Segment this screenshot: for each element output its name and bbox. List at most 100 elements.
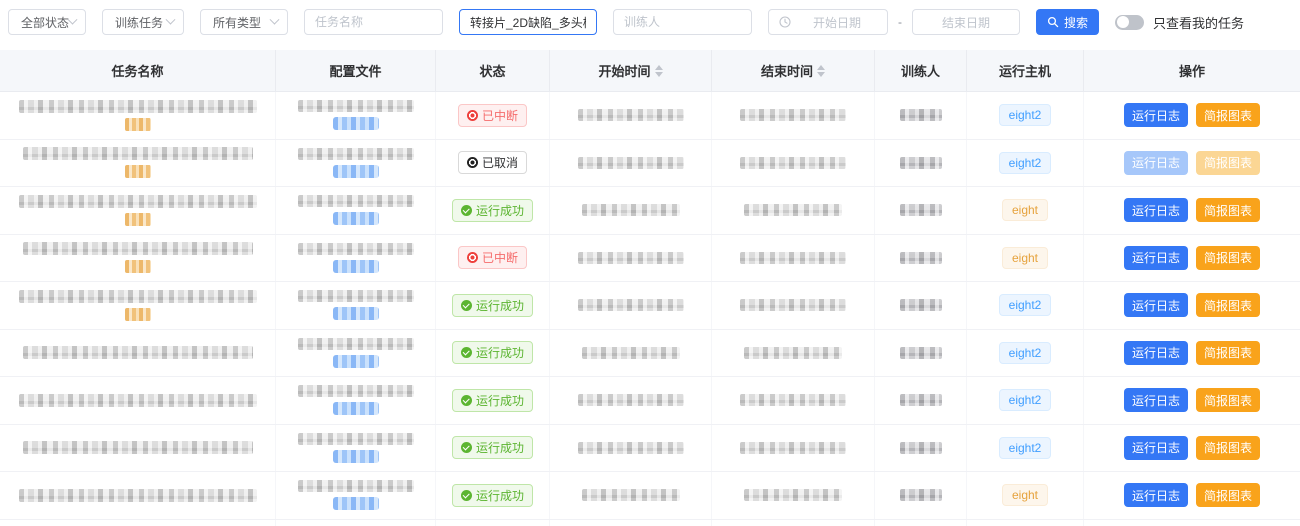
status-icon bbox=[467, 252, 478, 263]
task-name-input[interactable] bbox=[304, 9, 443, 35]
report-chart-button[interactable]: 简报图表 bbox=[1196, 151, 1260, 175]
task-tag-redacted bbox=[125, 118, 151, 131]
only-mine-label: 只查看我的任务 bbox=[1153, 13, 1244, 32]
actions-cell: 运行日志 简报图表 bbox=[1084, 472, 1300, 519]
end-time-redacted bbox=[740, 109, 846, 121]
config-link-redacted[interactable] bbox=[333, 212, 379, 225]
host-cell: eight bbox=[967, 472, 1084, 519]
status-cell: 已中断 bbox=[436, 92, 550, 139]
run-log-button[interactable]: 运行日志 bbox=[1124, 198, 1188, 222]
report-chart-button[interactable]: 简报图表 bbox=[1196, 198, 1260, 222]
host-tag: eight2 bbox=[999, 152, 1052, 174]
end-time-cell bbox=[712, 92, 875, 139]
status-icon bbox=[461, 300, 472, 311]
config-file-redacted bbox=[298, 195, 414, 207]
actions-cell: 运行日志 简报图表 bbox=[1084, 92, 1300, 139]
config-link-redacted[interactable] bbox=[333, 355, 379, 368]
status-select[interactable]: 全部状态 bbox=[8, 9, 86, 35]
end-time-redacted bbox=[740, 157, 846, 169]
config-file-cell bbox=[276, 140, 436, 187]
trainer-redacted bbox=[900, 157, 942, 169]
report-chart-button[interactable]: 简报图表 bbox=[1196, 293, 1260, 317]
end-time-redacted bbox=[744, 489, 842, 501]
trainer-redacted bbox=[900, 347, 942, 359]
config-link-redacted[interactable] bbox=[333, 165, 379, 178]
config-file-cell bbox=[276, 472, 436, 519]
trainer-redacted bbox=[900, 442, 942, 454]
start-time-redacted bbox=[578, 299, 684, 311]
search-button[interactable]: 搜索 bbox=[1036, 9, 1099, 35]
report-chart-button[interactable]: 简报图表 bbox=[1196, 388, 1260, 412]
host-tag: eight bbox=[1002, 484, 1048, 506]
config-file-cell bbox=[276, 377, 436, 424]
sort-carets-icon[interactable] bbox=[655, 65, 663, 77]
category-select[interactable]: 所有类型 bbox=[200, 9, 288, 35]
end-date-input[interactable]: 结束日期 bbox=[912, 9, 1020, 35]
trainer-cell bbox=[875, 472, 967, 519]
report-chart-button[interactable]: 简报图表 bbox=[1196, 246, 1260, 270]
run-log-button[interactable]: 运行日志 bbox=[1124, 388, 1188, 412]
start-date-input[interactable]: 开始日期 bbox=[768, 9, 888, 35]
end-time-cell bbox=[712, 377, 875, 424]
config-file-redacted bbox=[298, 433, 414, 445]
config-link-redacted[interactable] bbox=[333, 260, 379, 273]
run-log-button[interactable]: 运行日志 bbox=[1124, 341, 1188, 365]
config-file-redacted bbox=[298, 243, 414, 255]
run-log-button[interactable]: 运行日志 bbox=[1124, 483, 1188, 507]
task-type-select[interactable]: 训练任务 bbox=[102, 9, 184, 35]
status-badge: 已中断 bbox=[458, 246, 527, 269]
task-name-redacted bbox=[19, 290, 257, 303]
task-name-cell bbox=[0, 520, 276, 526]
report-chart-button[interactable]: 简报图表 bbox=[1196, 436, 1260, 460]
end-time-cell bbox=[712, 235, 875, 282]
trainer-cell bbox=[875, 140, 967, 187]
sort-carets-icon[interactable] bbox=[817, 65, 825, 77]
task-name-cell bbox=[0, 235, 276, 282]
run-log-button[interactable]: 运行日志 bbox=[1124, 293, 1188, 317]
run-log-button[interactable]: 运行日志 bbox=[1124, 436, 1188, 460]
config-file-redacted bbox=[298, 148, 414, 160]
status-badge: 运行成功 bbox=[452, 389, 533, 412]
actions-cell: 运行日志 简报图表 bbox=[1084, 377, 1300, 424]
actions-cell: 运行日志 简报图表 bbox=[1084, 330, 1300, 377]
config-link-redacted[interactable] bbox=[333, 450, 379, 463]
host-tag: eight2 bbox=[999, 294, 1052, 316]
trainer-cell bbox=[875, 92, 967, 139]
config-file-cell bbox=[276, 425, 436, 472]
report-chart-button[interactable]: 简报图表 bbox=[1196, 103, 1260, 127]
table-row: 已中断 eight2 运行日志 简报图表 bbox=[0, 92, 1300, 140]
config-link-redacted[interactable] bbox=[333, 307, 379, 320]
task-name-redacted bbox=[19, 394, 257, 407]
training-task-page: 全部状态 训练任务 所有类型 开始日期 - 结束日期 bbox=[0, 0, 1300, 526]
status-label: 已取消 bbox=[482, 154, 518, 171]
report-chart-button[interactable]: 简报图表 bbox=[1196, 341, 1260, 365]
model-search-input[interactable] bbox=[459, 9, 597, 35]
task-name-cell bbox=[0, 472, 276, 519]
table-body: 已中断 eight2 运行日志 简报图表 bbox=[0, 92, 1300, 526]
header-actions: 操作 bbox=[1084, 50, 1300, 91]
host-cell: eight2 bbox=[967, 425, 1084, 472]
header-trainer: 训练人 bbox=[875, 50, 967, 91]
only-mine-toggle[interactable] bbox=[1115, 15, 1144, 30]
task-name-cell bbox=[0, 187, 276, 234]
trainer-input[interactable] bbox=[613, 9, 752, 35]
host-cell: eight2 bbox=[967, 520, 1084, 526]
config-link-redacted[interactable] bbox=[333, 402, 379, 415]
chevron-down-icon bbox=[68, 14, 78, 24]
actions-cell: 运行日志 简报图表 bbox=[1084, 520, 1300, 526]
run-log-button[interactable]: 运行日志 bbox=[1124, 151, 1188, 175]
start-time-redacted bbox=[578, 394, 684, 406]
run-log-button[interactable]: 运行日志 bbox=[1124, 246, 1188, 270]
host-tag: eight2 bbox=[999, 389, 1052, 411]
status-badge: 运行成功 bbox=[452, 341, 533, 364]
config-file-redacted bbox=[298, 338, 414, 350]
actions-cell: 运行日志 简报图表 bbox=[1084, 282, 1300, 329]
report-chart-button[interactable]: 简报图表 bbox=[1196, 483, 1260, 507]
config-link-redacted[interactable] bbox=[333, 117, 379, 130]
config-link-redacted[interactable] bbox=[333, 497, 379, 510]
end-time-redacted bbox=[744, 204, 842, 216]
task-tag-redacted bbox=[125, 308, 151, 321]
actions-cell: 运行日志 简报图表 bbox=[1084, 140, 1300, 187]
run-log-button[interactable]: 运行日志 bbox=[1124, 103, 1188, 127]
trainer-redacted bbox=[900, 252, 942, 264]
